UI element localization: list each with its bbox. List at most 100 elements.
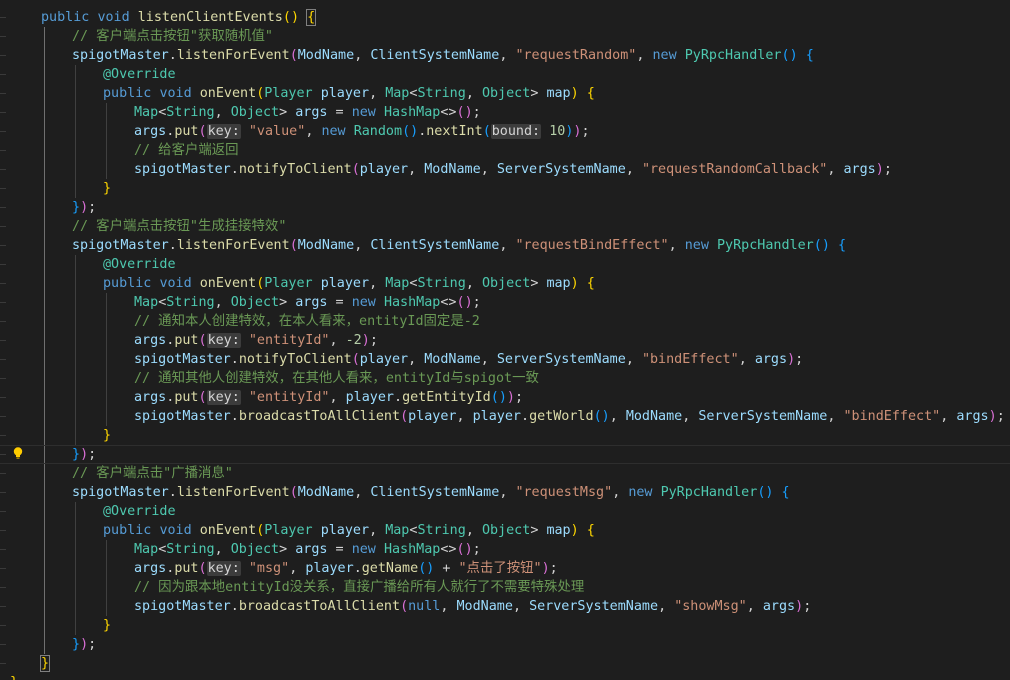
code-editor[interactable]: public void listenClientEvents() {// 客户端…	[0, 0, 1010, 680]
code-line[interactable]: });	[0, 445, 1010, 464]
code-token: // 客户端点击"广播消息"	[72, 466, 233, 481]
code-line[interactable]: // 通知其他人创建特效，在其他人看来，entityId与spigot一致	[0, 369, 1010, 388]
code-token: ,	[214, 542, 231, 557]
code-token: ,	[682, 409, 699, 424]
code-token: "showMsg"	[674, 599, 747, 614]
code-text: }	[39, 654, 51, 673]
code-text: }	[103, 179, 111, 198]
gutter-mark	[0, 587, 6, 588]
code-line[interactable]: public void onEvent(Player player, Map<S…	[0, 521, 1010, 540]
code-token: >	[530, 523, 547, 538]
code-line[interactable]: @Override	[0, 255, 1010, 274]
code-token: }	[103, 618, 112, 633]
gutter-mark	[0, 340, 6, 341]
code-token: ClientSystemName	[370, 485, 500, 500]
code-token: ,	[668, 238, 685, 253]
code-line[interactable]: args.put(key: "entityId", player.getEnti…	[0, 388, 1010, 407]
code-line[interactable]: Map<String, Object> args = new HashMap<>…	[0, 293, 1010, 312]
code-token: listenClientEvents	[137, 10, 283, 25]
code-line[interactable]: spigotMaster.listenForEvent(ModName, Cli…	[0, 236, 1010, 255]
code-token: )	[541, 561, 550, 576]
code-text: spigotMaster.broadcastToAllClient(null, …	[134, 597, 811, 616]
code-token: )	[290, 10, 299, 25]
code-token: // 因为跟本地entityId没关系，直接广播给所有人就行了不需要特殊处理	[134, 580, 585, 595]
code-token: ,	[512, 599, 530, 614]
code-line[interactable]: spigotMaster.listenForEvent(ModName, Cli…	[0, 483, 1010, 502]
code-line[interactable]: });	[0, 198, 1010, 217]
code-token: )	[464, 105, 473, 120]
code-token: ,	[369, 523, 386, 538]
code-line[interactable]: public void onEvent(Player player, Map<S…	[0, 84, 1010, 103]
code-token: )	[795, 599, 804, 614]
code-token: )	[80, 200, 89, 215]
code-line[interactable]: // 客户端点击按钮"生成挂接特效"	[0, 217, 1010, 236]
code-line[interactable]: // 客户端点击"广播消息"	[0, 464, 1010, 483]
code-line[interactable]: spigotMaster.notifyToClient(player, ModN…	[0, 350, 1010, 369]
gutter-mark	[0, 245, 6, 246]
code-line[interactable]: spigotMaster.broadcastToAllClient(null, …	[0, 597, 1010, 616]
code-token: (	[402, 124, 411, 139]
gutter-mark	[0, 416, 6, 417]
code-line[interactable]: spigotMaster.listenForEvent(ModName, Cli…	[0, 46, 1010, 65]
code-line[interactable]: });	[0, 635, 1010, 654]
code-token: (	[593, 409, 602, 424]
code-line[interactable]: }	[0, 179, 1010, 198]
code-token: listenForEvent	[176, 238, 290, 253]
code-token: String	[417, 276, 466, 291]
code-token: ,	[480, 162, 497, 177]
code-line[interactable]: }	[0, 426, 1010, 445]
code-token: ;	[369, 333, 378, 348]
code-token: <>	[440, 542, 457, 557]
code-token: ,	[746, 599, 763, 614]
code-token: {	[586, 276, 595, 291]
code-token: )	[988, 409, 997, 424]
code-line[interactable]: @Override	[0, 502, 1010, 521]
code-token: =	[327, 295, 352, 310]
code-token: {	[586, 523, 595, 538]
code-token: spigotMaster	[72, 485, 169, 500]
code-line[interactable]: args.put(key: "msg", player.getName() + …	[0, 559, 1010, 578]
code-token: String	[166, 542, 215, 557]
code-token: new	[351, 105, 376, 120]
code-line[interactable]: public void onEvent(Player player, Map<S…	[0, 274, 1010, 293]
code-line[interactable]: public void listenClientEvents() {	[0, 8, 1010, 27]
code-text: public void onEvent(Player player, Map<S…	[103, 84, 595, 103]
code-token: }	[10, 675, 18, 680]
code-line[interactable]: }	[0, 616, 1010, 635]
code-token: )	[464, 295, 473, 310]
code-line[interactable]: // 通知本人创建特效，在本人看来，entityId固定是-2	[0, 312, 1010, 331]
code-token: listenForEvent	[176, 48, 290, 63]
code-line[interactable]: // 给客户端返回	[0, 141, 1010, 160]
code-token: (	[289, 238, 298, 253]
code-token: ,	[625, 162, 642, 177]
code-token: nextInt	[426, 124, 483, 139]
code-line[interactable]: // 因为跟本地entityId没关系，直接广播给所有人就行了不需要特殊处理	[0, 578, 1010, 597]
code-line[interactable]: }	[0, 654, 1010, 673]
code-token: ;	[88, 447, 97, 462]
code-line[interactable]: spigotMaster.notifyToClient(player, ModN…	[0, 160, 1010, 179]
code-token: {	[586, 86, 595, 101]
lightbulb-icon[interactable]	[11, 446, 25, 460]
code-line[interactable]: // 客户端点击按钮"获取随机值"	[0, 27, 1010, 46]
gutter-mark	[0, 207, 6, 208]
code-token: ;	[795, 352, 804, 367]
code-token: =	[327, 542, 352, 557]
code-line[interactable]: args.put(key: "entityId", -2);	[0, 331, 1010, 350]
code-line[interactable]: @Override	[0, 65, 1010, 84]
code-token: (	[198, 390, 207, 405]
code-token: player	[320, 86, 370, 101]
code-token: spigotMaster	[134, 352, 231, 367]
code-line[interactable]: Map<String, Object> args = new HashMap<>…	[0, 103, 1010, 122]
code-line[interactable]: args.put(key: "value", new Random().next…	[0, 122, 1010, 141]
code-text: // 给客户端返回	[134, 141, 239, 160]
code-line[interactable]: Map<String, Object> args = new HashMap<>…	[0, 540, 1010, 559]
code-token: put	[174, 561, 199, 576]
code-token: ,	[827, 162, 844, 177]
code-token: ,	[354, 238, 371, 253]
code-text: Map<String, Object> args = new HashMap<>…	[134, 293, 481, 312]
code-token: @Override	[103, 257, 176, 272]
code-line[interactable]: spigotMaster.broadcastToAllClient(player…	[0, 407, 1010, 426]
code-line[interactable]: }	[0, 673, 1010, 680]
code-token: {	[781, 485, 790, 500]
